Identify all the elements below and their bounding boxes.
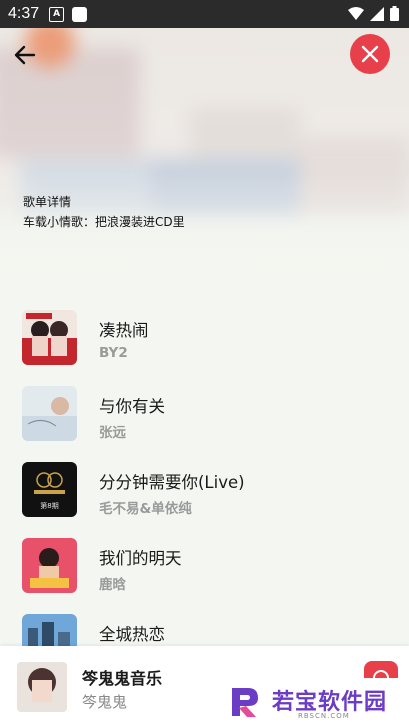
playlist-header: 歌单详情 车载小情歌：把浪漫装进CD里: [0, 28, 409, 292]
song-item[interactable]: 第8期 分分钟需要你(Live) 毛不易&单依纯: [0, 462, 409, 538]
notification-a-icon: A: [49, 6, 65, 22]
status-time: 4:37: [8, 5, 40, 22]
song-title: 与你有关: [99, 397, 165, 416]
song-artist: 张远: [99, 425, 126, 441]
player-cover: [17, 662, 67, 712]
song-cover: 第8期: [22, 462, 77, 517]
back-arrow-icon[interactable]: [12, 42, 38, 68]
song-cover: [22, 310, 77, 365]
song-cover: [22, 614, 77, 646]
song-title: 分分钟需要你(Live): [99, 473, 245, 492]
song-title: 全城热恋: [99, 625, 165, 644]
battery-icon: [390, 6, 399, 21]
song-title: 凑热闹: [99, 321, 149, 340]
signal-icon: [370, 6, 384, 21]
wifi-icon: [348, 6, 364, 20]
watermark: 若宝软件园 RBSCN.COM: [208, 678, 409, 728]
status-icons: [348, 6, 399, 21]
playlist-name: 车载小情歌：把浪漫装进CD里: [23, 215, 185, 229]
status-bar: 4:37 A: [0, 0, 409, 28]
watermark-subtext: RBSCN.COM: [298, 712, 350, 720]
playlist-detail-screen: 4:37 A 歌单详情 车载小情歌：把浪漫装进CD里 凑热闹 BY2 与你有关 …: [0, 0, 409, 728]
song-artist: 鹿晗: [99, 577, 126, 593]
song-cover: [22, 386, 77, 441]
watermark-logo-icon: [232, 688, 258, 717]
song-item[interactable]: 全城热恋: [0, 614, 409, 646]
header-fade-overlay: [0, 28, 409, 292]
song-item[interactable]: 凑热闹 BY2: [0, 310, 409, 386]
page-title: 歌单详情: [23, 195, 72, 209]
cover-episode-text: 第8期: [40, 501, 58, 510]
close-icon: [361, 45, 379, 63]
song-artist: 毛不易&单依纯: [99, 501, 192, 517]
song-item[interactable]: 我们的明天 鹿晗: [0, 538, 409, 614]
song-title: 我们的明天: [99, 549, 182, 568]
song-item[interactable]: 与你有关 张远: [0, 386, 409, 462]
player-title: 笒鬼鬼音乐: [82, 669, 163, 688]
close-button[interactable]: [350, 34, 390, 74]
player-artist: 笒鬼鬼: [82, 693, 128, 711]
song-cover: [22, 538, 77, 593]
song-list: 凑热闹 BY2 与你有关 张远 第8期 分分钟需要你(Live) 毛不易&单依纯…: [0, 310, 409, 646]
song-artist: BY2: [99, 345, 128, 361]
notification-icon: [72, 6, 88, 22]
